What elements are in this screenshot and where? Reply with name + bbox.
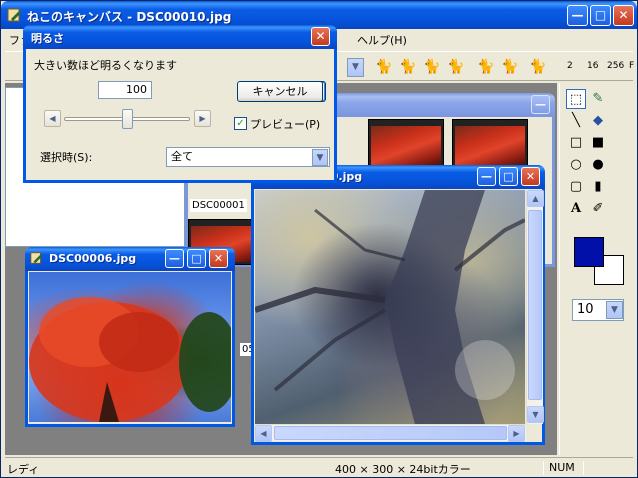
app-icon (30, 251, 46, 267)
preview-label: プレビュー(P) (250, 118, 321, 131)
cat-icon[interactable]: 🐈 (501, 58, 519, 76)
selection-value: 全て (171, 150, 193, 163)
brightness-dialog: 明るさ ✕ 大きい数ほど明るくなります 100 ◀ ▶ ✓ プレビュー(P) 選… (23, 25, 337, 183)
status-num: NUM (549, 461, 575, 474)
cat-icon[interactable]: 🐈 (477, 58, 495, 76)
menu-help[interactable]: ヘルプ(H) (357, 32, 407, 48)
brightness-value-input[interactable]: 100 (98, 81, 152, 99)
rect-icon[interactable]: ■ (588, 133, 608, 153)
ellipse-icon[interactable]: ● (588, 155, 608, 175)
chevron-up-icon[interactable]: ▲ (527, 190, 544, 207)
tree-photo (255, 190, 525, 424)
minimize-icon[interactable]: — (477, 167, 496, 186)
fill-icon[interactable]: ◆ (588, 111, 608, 131)
image-window-dsc00010: DSC00010.jpg — □ ✕ ▲ ▼ (251, 165, 545, 445)
brightness-slider[interactable]: ◀ ▶ (44, 109, 212, 129)
window-title: ねこのキャンバス - DSC00010.jpg (27, 10, 232, 24)
tool-palette: ⬚ ✎ ╲ ◆ □ ■ ○ ● ▢ ▮ A ✐ 10 ▼ (559, 83, 635, 455)
rect-icon[interactable]: □ (566, 133, 586, 153)
chevron-down-icon[interactable]: ▼ (347, 58, 364, 77)
minimize-icon[interactable]: — (531, 95, 550, 114)
cat-icon[interactable]: 🐈 (529, 58, 547, 76)
dialog-description: 大きい数ほど明るくなります (34, 59, 177, 72)
eyedropper-icon[interactable]: ✐ (588, 199, 608, 219)
slider-thumb[interactable] (121, 109, 133, 129)
status-text: レディ (7, 463, 40, 476)
image-canvas[interactable] (29, 272, 231, 422)
text-icon[interactable]: A (566, 199, 586, 219)
minimize-icon[interactable]: — (567, 5, 588, 26)
dialog-title: 明るさ (31, 32, 64, 45)
close-icon[interactable]: ✕ (613, 5, 634, 26)
foreground-color-swatch[interactable] (574, 237, 604, 267)
image-canvas[interactable] (255, 190, 525, 424)
color-depth-2[interactable]: 2 (567, 61, 573, 71)
rounded-rect-icon[interactable]: ▢ (566, 177, 586, 197)
chevron-right-icon[interactable]: ▶ (194, 110, 211, 127)
line-icon[interactable]: ╲ (566, 111, 586, 131)
vertical-scrollbar[interactable]: ▲ ▼ (526, 190, 544, 424)
dialog-body: 大きい数ほど明るくなります 100 ◀ ▶ ✓ プレビュー(P) 選択時(S):… (26, 49, 334, 180)
scroll-thumb[interactable] (528, 210, 542, 400)
chevron-down-icon[interactable]: ▼ (527, 406, 544, 423)
color-depth-full[interactable]: F (629, 61, 634, 71)
size-select[interactable]: 10 ▼ (572, 299, 624, 321)
pen-icon[interactable]: ✎ (588, 89, 608, 109)
marquee-icon[interactable]: ⬚ (566, 89, 586, 109)
chevron-left-icon[interactable]: ◀ (44, 110, 61, 127)
selection-label: 選択時(S): (40, 151, 93, 164)
status-bar: レディ 400 × 300 × 24bitカラー NUM (5, 457, 633, 476)
dialog-title-bar[interactable]: 明るさ ✕ (23, 25, 337, 49)
status-image-info: 400 × 300 × 24bitカラー (335, 463, 471, 476)
status-separator (543, 461, 544, 475)
ellipse-icon[interactable]: ○ (566, 155, 586, 175)
close-icon[interactable]: ✕ (521, 167, 540, 186)
cancel-button[interactable]: キャンセル (237, 81, 323, 102)
cat-icon[interactable]: 🐈 (375, 58, 393, 76)
app-icon (7, 7, 23, 23)
horizontal-scrollbar[interactable]: ◀ ▶ (255, 424, 526, 442)
maple-photo (29, 297, 231, 422)
close-icon[interactable]: ✕ (209, 249, 228, 268)
chevron-down-icon[interactable]: ▼ (312, 149, 328, 166)
preview-checkbox[interactable]: ✓ (234, 117, 247, 130)
image-window-title: DSC00006.jpg (49, 252, 137, 265)
selection-select[interactable]: 全て ▼ (166, 147, 330, 167)
thumbnail[interactable] (452, 119, 528, 171)
main-window: ねこのキャンバス - DSC00010.jpg — □ ✕ ファ ヘルプ(H) … (0, 0, 638, 478)
size-value: 10 (577, 302, 594, 317)
cat-icon[interactable]: 🐈 (399, 58, 417, 76)
minimize-icon[interactable]: — (165, 249, 184, 268)
chevron-right-icon[interactable]: ▶ (508, 425, 525, 442)
scroll-thumb[interactable] (274, 426, 507, 440)
chevron-down-icon[interactable]: ▼ (606, 301, 623, 319)
image-window-dsc00006: DSC00006.jpg — □ ✕ (25, 247, 235, 427)
maximize-icon[interactable]: □ (499, 167, 518, 186)
thumbnail-label: DSC00001 (190, 199, 247, 212)
color-depth-16[interactable]: 16 (587, 61, 598, 71)
close-icon[interactable]: ✕ (311, 27, 330, 46)
color-depth-256[interactable]: 256 (607, 61, 624, 71)
cat-icon[interactable]: 🐈 (423, 58, 441, 76)
rounded-rect-icon[interactable]: ▮ (588, 177, 608, 197)
maximize-icon[interactable]: □ (187, 249, 206, 268)
maximize-icon[interactable]: □ (590, 5, 611, 26)
image-window-title-bar[interactable]: DSC00006.jpg — □ ✕ (25, 247, 235, 271)
cat-icon[interactable]: 🐈 (447, 58, 465, 76)
thumbnail[interactable] (368, 119, 444, 171)
chevron-left-icon[interactable]: ◀ (255, 425, 272, 442)
status-separator (583, 461, 584, 475)
